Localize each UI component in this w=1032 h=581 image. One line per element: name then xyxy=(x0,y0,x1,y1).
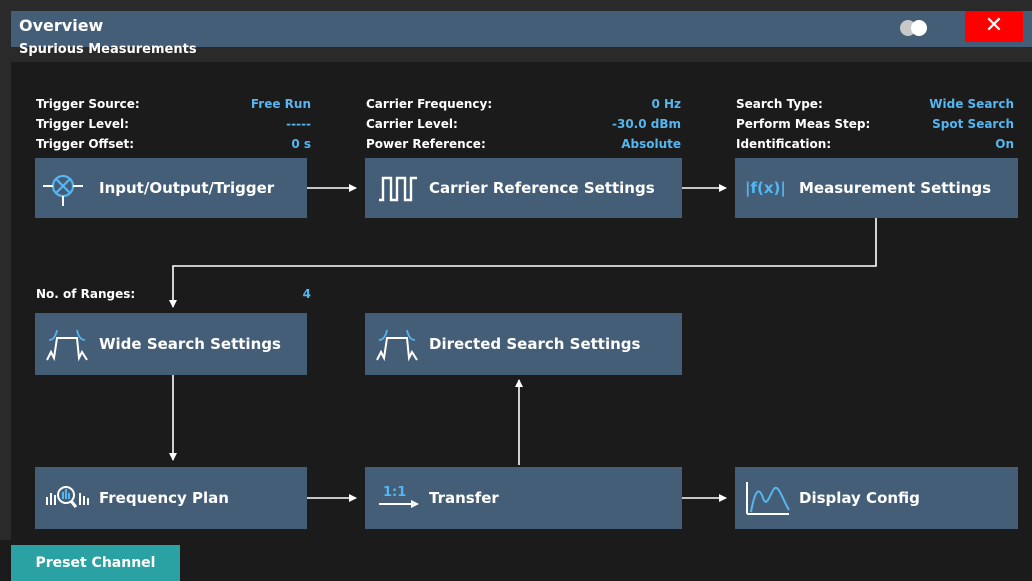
svg-text:1:1: 1:1 xyxy=(383,485,406,500)
directed-search-settings-button[interactable]: Directed Search Settings xyxy=(365,313,682,375)
input-output-trigger-button[interactable]: Input/Output/Trigger xyxy=(35,158,307,218)
input-output-trigger-label: Input/Output/Trigger xyxy=(99,179,275,197)
wide-search-settings-button[interactable]: Wide Search Settings xyxy=(35,313,307,375)
frequency-plan-button[interactable]: Frequency Plan xyxy=(35,467,307,529)
carrier-reference-label: Carrier Reference Settings xyxy=(429,179,655,197)
transfer-button[interactable]: 1:1 Transfer xyxy=(365,467,682,529)
measurement-settings-label: Measurement Settings xyxy=(799,179,992,197)
wide-search-label: Wide Search Settings xyxy=(99,335,281,353)
input-output-icon xyxy=(41,158,85,218)
spectrum-search-icon xyxy=(375,313,419,375)
display-curve-icon xyxy=(745,467,791,529)
window-title: Overview xyxy=(19,16,104,35)
directed-search-label: Directed Search Settings xyxy=(429,335,641,353)
preset-channel-button[interactable]: Preset Channel xyxy=(11,545,180,581)
close-button[interactable]: ✕ xyxy=(965,11,1023,42)
transfer-label: Transfer xyxy=(429,489,499,507)
function-icon: |f(x)| xyxy=(745,179,786,197)
spectrum-search-icon xyxy=(45,313,89,375)
display-config-label: Display Config xyxy=(799,489,920,507)
carrier-pulse-icon xyxy=(377,158,419,218)
frequency-plan-label: Frequency Plan xyxy=(99,489,229,507)
overview-panel: Trigger Source: Free Run Trigger Level: … xyxy=(11,62,1032,540)
close-icon: ✕ xyxy=(984,13,1004,38)
toggle-icon[interactable] xyxy=(899,19,929,37)
frequency-zoom-icon xyxy=(45,467,89,529)
transfer-icon: 1:1 xyxy=(377,467,421,529)
measurement-settings-button[interactable]: |f(x)| Measurement Settings xyxy=(735,158,1018,218)
preset-channel-label: Preset Channel xyxy=(35,555,156,571)
carrier-reference-settings-button[interactable]: Carrier Reference Settings xyxy=(365,158,682,218)
subtitle-bar: Spurious Measurements xyxy=(11,42,1032,62)
display-config-button[interactable]: Display Config xyxy=(735,467,1018,529)
footer-bar: Preset Channel xyxy=(0,540,1032,581)
measurement-subtitle: Spurious Measurements xyxy=(19,42,197,57)
